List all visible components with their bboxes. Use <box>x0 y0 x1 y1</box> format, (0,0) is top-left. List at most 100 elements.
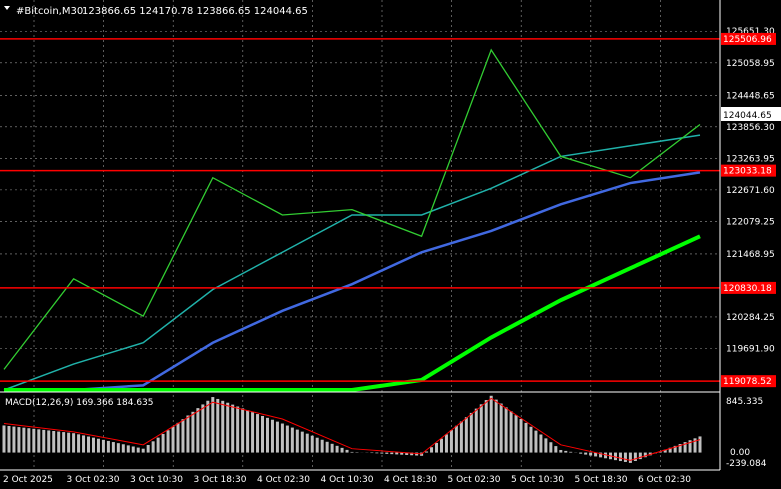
macd-bar <box>698 436 702 453</box>
macd-bar <box>17 427 21 453</box>
macd-bar <box>256 414 260 453</box>
macd-bar <box>72 433 76 453</box>
time-tick-label: 2 Oct 2025 <box>3 475 53 485</box>
macd-bar <box>509 411 513 453</box>
time-tick-label: 5 Oct 10:30 <box>511 475 564 485</box>
macd-bar <box>121 444 125 453</box>
macd-bar <box>42 429 46 453</box>
macd-bar <box>524 422 528 453</box>
ohlc-label: 123866.65 124170.78 123866.65 124044.65 <box>82 6 308 17</box>
time-tick-label: 3 Oct 18:30 <box>194 475 247 485</box>
macd-bar <box>231 404 235 453</box>
macd-bar <box>151 441 155 453</box>
macd-bar <box>146 445 150 453</box>
macd-bar <box>539 434 543 453</box>
chart-canvas[interactable]: #Bitcoin,M30 123866.65 124170.78 123866.… <box>0 0 781 489</box>
macd-bar <box>514 415 518 453</box>
macd-bar <box>425 451 429 453</box>
time-tick-label: 4 Oct 10:30 <box>321 475 374 485</box>
macd-bar <box>484 400 488 453</box>
macd-label: MACD(12,26,9) 169.366 184.635 <box>5 398 154 408</box>
macd-bar <box>171 426 175 453</box>
macd-bar <box>439 438 443 453</box>
macd-bar <box>206 400 210 453</box>
current-price-value: 124044.65 <box>723 111 772 121</box>
macd-bar <box>449 430 453 453</box>
macd-bar <box>544 438 548 453</box>
macd-bar <box>87 436 91 453</box>
macd-bar <box>290 427 294 453</box>
time-tick-label: 4 Oct 02:30 <box>257 475 310 485</box>
macd-bar <box>633 452 637 462</box>
macd-bar <box>196 408 200 453</box>
macd-bar <box>335 445 339 453</box>
macd-bar <box>166 430 170 453</box>
macd-bar <box>380 452 384 454</box>
macd-bar <box>489 395 493 453</box>
level-tag-value: 125506.96 <box>723 35 772 45</box>
price-tick-label: 122079.25 <box>726 217 775 227</box>
macd-bar <box>62 432 66 453</box>
macd-bar <box>82 435 86 453</box>
macd-bar <box>444 434 448 453</box>
macd-bar <box>91 437 95 453</box>
price-tick-label: 119691.90 <box>726 345 775 355</box>
price-tick-label: 121468.95 <box>726 250 775 260</box>
macd-bar <box>96 438 100 453</box>
macd-bar <box>111 442 115 453</box>
macd-bar <box>101 439 105 453</box>
macd-bar <box>300 431 304 453</box>
macd-bar <box>2 425 6 453</box>
macd-bar <box>106 440 110 453</box>
macd-bar <box>295 429 299 453</box>
macd-axis-zero: 0.00 <box>730 448 750 458</box>
macd-bar <box>176 422 180 453</box>
level-tag-value: 119078.52 <box>723 377 772 387</box>
macd-bar <box>345 449 349 453</box>
time-tick-label: 5 Oct 02:30 <box>448 475 501 485</box>
macd-bar <box>141 448 145 453</box>
level-tag-value: 120830.18 <box>723 284 772 294</box>
macd-bar <box>534 430 538 453</box>
macd-bar <box>241 408 245 453</box>
price-tick-label: 125058.95 <box>726 59 775 69</box>
macd-bar <box>628 452 632 463</box>
macd-bar <box>37 429 41 453</box>
macd-bar <box>161 433 165 453</box>
time-tick-label: 3 Oct 02:30 <box>67 475 120 485</box>
macd-bar <box>265 417 269 453</box>
macd-bar <box>549 442 553 453</box>
price-tick-label: 123856.30 <box>726 123 775 133</box>
macd-bar <box>211 397 215 453</box>
macd-bar <box>330 443 334 453</box>
macd-bar <box>191 411 195 453</box>
macd-bar <box>375 452 379 454</box>
macd-bar <box>47 430 51 453</box>
macd-bar <box>156 437 160 453</box>
macd-bar <box>554 446 558 453</box>
macd-axis-bottom: -239.084 <box>726 459 767 469</box>
macd-bar <box>385 452 389 454</box>
macd-bar <box>435 442 439 453</box>
macd-bar <box>320 439 324 453</box>
macd-bar <box>454 425 458 453</box>
macd-bar <box>186 415 190 453</box>
macd-bar <box>479 404 483 453</box>
macd-bar <box>584 452 588 455</box>
macd-bar <box>131 446 135 453</box>
macd-bar <box>52 430 56 453</box>
time-axis[interactable]: 2 Oct 2025 3 Oct 02:30 3 Oct 10:30 3 Oct 18… <box>3 475 691 485</box>
macd-bar <box>77 434 81 453</box>
macd-bar <box>181 419 185 453</box>
symbol-label: #Bitcoin,M30 <box>16 6 83 17</box>
macd-bar <box>32 428 36 453</box>
macd-bar <box>340 447 344 453</box>
macd-bar <box>529 426 533 453</box>
macd-bar <box>246 410 250 453</box>
macd-bar <box>559 449 563 453</box>
macd-bar <box>236 406 240 453</box>
macd-axis-top: 845.335 <box>726 397 763 407</box>
price-tick-label: 123263.95 <box>726 154 775 164</box>
macd-bar <box>623 452 627 462</box>
macd-bar <box>305 433 309 453</box>
